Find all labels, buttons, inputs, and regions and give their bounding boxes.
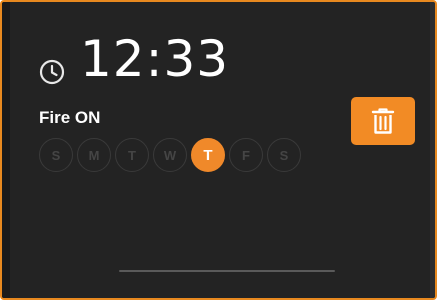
day-monday[interactable]: M [77,138,111,172]
repeat-days: S M T W T F S [39,138,301,172]
day-friday[interactable]: F [229,138,263,172]
trash-icon [371,108,395,134]
right-edge [430,2,435,298]
alarm-card: 12:33 Fire ON S M T W T F S [0,0,437,300]
alarm-label: Fire ON [39,108,101,127]
day-wednesday[interactable]: W [153,138,187,172]
day-sunday[interactable]: S [39,138,73,172]
day-thursday[interactable]: T [191,138,225,172]
day-tuesday[interactable]: T [115,138,149,172]
clock-icon [39,59,65,85]
left-edge [2,2,10,298]
home-indicator [119,270,335,272]
delete-button[interactable] [351,97,415,145]
day-saturday[interactable]: S [267,138,301,172]
alarm-time[interactable]: 12:33 [80,34,229,84]
